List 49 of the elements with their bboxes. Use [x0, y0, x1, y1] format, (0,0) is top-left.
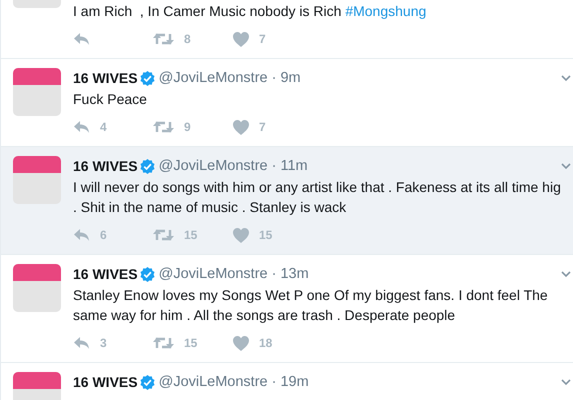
like-count: 7 — [259, 120, 266, 134]
user-handle[interactable]: @JoviLeMonstre — [158, 264, 268, 284]
retweet-count: 15 — [184, 228, 198, 242]
like-count: 15 — [259, 228, 272, 242]
retweet-icon[interactable] — [153, 32, 174, 46]
chevron-down-icon[interactable] — [561, 379, 571, 386]
avatar[interactable] — [13, 264, 61, 312]
tweet-time[interactable]: · 13m — [272, 264, 309, 284]
user-handle[interactable]: @JoviLeMonstre — [158, 156, 268, 176]
reply-count: 4 — [100, 120, 107, 134]
retweet-icon[interactable] — [153, 120, 174, 134]
display-name[interactable]: 16 WIVES — [73, 156, 138, 176]
display-name[interactable]: 16 WIVES — [73, 264, 138, 284]
chevron-down-icon[interactable] — [561, 163, 571, 170]
tweet-text: Fuck Peace — [73, 90, 148, 109]
reply-count: 3 — [100, 336, 107, 350]
retweet-count: 9 — [184, 120, 191, 134]
tweet-text: Stanley Enow loves my Songs Wet P one Of my biggest fans. I dont feel The same way for him . All the songs are trash . Desperate people — [73, 286, 549, 325]
chevron-down-icon[interactable] — [561, 271, 571, 278]
chevron-down-icon[interactable] — [561, 75, 571, 82]
reply-icon[interactable] — [73, 336, 90, 350]
tweet-text: I will never do songs with him or any artist like that . Fakeness at its all time hig . Shit in the name of music . Stanley is wack — [73, 178, 562, 217]
user-handle[interactable]: @JoviLeMonstre — [158, 68, 268, 88]
reply-count: 6 — [100, 228, 107, 242]
tweet-row[interactable]: 16 WIVES @JoviLeMonstre · 11m I will never do songs with him or any artist like that . Fakeness at its all time hig . Shit in the name of music . Stanley is wack 6 15 15 — [1, 147, 573, 255]
heart-icon[interactable] — [233, 120, 249, 134]
avatar[interactable] — [13, 0, 61, 8]
retweet-count: 15 — [184, 336, 198, 350]
like-count: 7 — [259, 32, 266, 46]
heart-icon[interactable] — [233, 32, 249, 46]
retweet-icon[interactable] — [153, 336, 174, 350]
retweet-icon[interactable] — [153, 228, 174, 242]
heart-icon[interactable] — [233, 336, 249, 350]
display-name[interactable]: 16 WIVES — [73, 372, 138, 392]
tweet-row[interactable]: I am Rich , In Camer Music nobody is Rich #Mongshung 8 7 — [1, 0, 573, 59]
user-handle[interactable]: @JoviLeMonstre — [158, 372, 268, 392]
like-count: 18 — [259, 336, 272, 350]
tweet-time[interactable]: · 11m — [272, 156, 308, 176]
tweet-time[interactable]: · 19m — [272, 372, 309, 392]
reply-icon[interactable] — [73, 228, 90, 242]
avatar[interactable] — [13, 156, 61, 204]
display-name[interactable]: 16 WIVES — [73, 68, 138, 88]
retweet-count: 8 — [184, 32, 191, 46]
tweet-text: I am Rich , In Camer Music nobody is Rich #Mongshung — [73, 2, 428, 21]
avatar[interactable] — [13, 68, 61, 116]
tweet-time[interactable]: · 9m — [272, 68, 301, 88]
heart-icon[interactable] — [233, 228, 249, 242]
reply-icon[interactable] — [73, 120, 90, 134]
reply-icon[interactable] — [73, 32, 90, 46]
